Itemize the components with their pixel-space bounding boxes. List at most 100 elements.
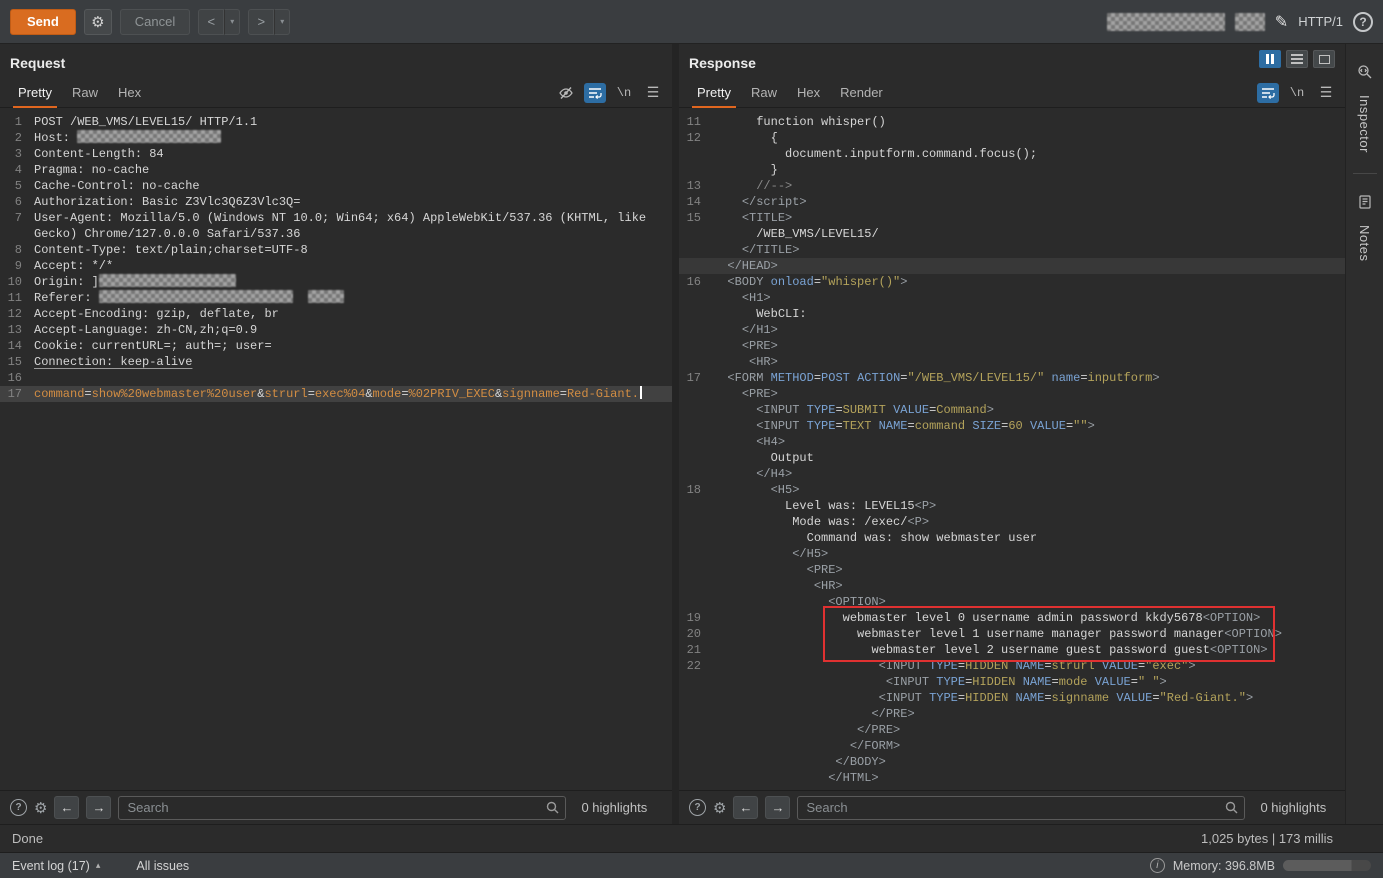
search-settings-icon[interactable]: ⚙ (713, 799, 726, 817)
code-line[interactable]: </H4> (679, 466, 1345, 482)
code-line[interactable]: 16 <BODY onload="whisper()"> (679, 274, 1345, 290)
search-prev-button[interactable]: ← (733, 796, 758, 819)
code-line[interactable]: 17 <FORM METHOD=POST ACTION="/WEB_VMS/LE… (679, 370, 1345, 386)
response-editor[interactable]: 11 function whisper()12 { document.input… (679, 108, 1345, 790)
request-tab-raw[interactable]: Raw (62, 78, 108, 108)
code-line[interactable]: </HEAD> (679, 258, 1345, 274)
prev-request-button[interactable]: < (198, 9, 224, 35)
layout-tabs-button[interactable] (1313, 50, 1335, 68)
code-line[interactable]: 22 <INPUT TYPE=HIDDEN NAME=strurl VALUE=… (679, 658, 1345, 674)
request-tab-hex[interactable]: Hex (108, 78, 151, 108)
code-line[interactable]: <PRE> (679, 338, 1345, 354)
code-line[interactable]: <INPUT TYPE=HIDDEN NAME=mode VALUE=" "> (679, 674, 1345, 690)
code-line[interactable]: 7User-Agent: Mozilla/5.0 (Windows NT 10.… (0, 210, 672, 226)
code-line[interactable]: </PRE> (679, 722, 1345, 738)
help-icon[interactable]: ? (1353, 12, 1373, 32)
event-log-toggle[interactable]: Event log (17) ▴ (12, 859, 100, 873)
request-tab-pretty[interactable]: Pretty (8, 78, 62, 108)
tab-notes[interactable]: Notes (1357, 186, 1373, 269)
code-line[interactable]: <H4> (679, 434, 1345, 450)
code-line[interactable]: <INPUT TYPE=TEXT NAME=command SIZE=60 VA… (679, 418, 1345, 434)
code-line[interactable]: <HR> (679, 354, 1345, 370)
code-line[interactable]: 13Accept-Language: zh-CN,zh;q=0.9 (0, 322, 672, 338)
code-line[interactable]: 19 webmaster level 0 username admin pass… (679, 610, 1345, 626)
next-request-button[interactable]: > (248, 9, 274, 35)
panel-divider[interactable] (672, 44, 679, 824)
code-line[interactable]: 12 { (679, 130, 1345, 146)
code-line[interactable]: 4Pragma: no-cache (0, 162, 672, 178)
code-line[interactable]: 15 <TITLE> (679, 210, 1345, 226)
code-line[interactable]: <INPUT TYPE=SUBMIT VALUE=Command> (679, 402, 1345, 418)
response-tab-hex[interactable]: Hex (787, 78, 830, 108)
code-line[interactable]: <PRE> (679, 386, 1345, 402)
search-settings-icon[interactable]: ⚙ (34, 799, 47, 817)
code-line[interactable]: <OPTION> (679, 594, 1345, 610)
code-line[interactable]: 5Cache-Control: no-cache (0, 178, 672, 194)
response-tab-render[interactable]: Render (830, 78, 893, 108)
response-tab-pretty[interactable]: Pretty (687, 78, 741, 108)
code-line[interactable]: 2Host: (0, 130, 672, 146)
code-line[interactable]: <HR> (679, 578, 1345, 594)
code-line[interactable]: <INPUT TYPE=HIDDEN NAME=signname VALUE="… (679, 690, 1345, 706)
code-line[interactable]: 16 (0, 370, 672, 386)
code-line[interactable]: 10Origin: ] (0, 274, 672, 290)
code-line[interactable]: 14 </script> (679, 194, 1345, 210)
newline-characters-toggle-icon[interactable]: \n (1286, 83, 1308, 103)
code-line[interactable]: 1POST /WEB_VMS/LEVEL15/ HTTP/1.1 (0, 114, 672, 130)
code-line[interactable]: 11Referer: (0, 290, 672, 306)
layout-rows-button[interactable] (1286, 50, 1308, 68)
response-tab-raw[interactable]: Raw (741, 78, 787, 108)
code-line[interactable]: 21 webmaster level 2 username guest pass… (679, 642, 1345, 658)
eye-slash-icon[interactable] (555, 83, 577, 103)
editor-menu-icon[interactable]: ☰ (642, 83, 664, 103)
code-line[interactable]: /WEB_VMS/LEVEL15/ (679, 226, 1345, 242)
word-wrap-toggle-icon[interactable] (1257, 83, 1279, 103)
search-next-button[interactable]: → (765, 796, 790, 819)
code-line[interactable]: 17command=show%20webmaster%20user&strurl… (0, 386, 672, 402)
newline-characters-toggle-icon[interactable]: \n (613, 83, 635, 103)
code-line[interactable]: </H1> (679, 322, 1345, 338)
edit-target-pencil-icon[interactable]: ✎ (1275, 12, 1288, 32)
editor-menu-icon[interactable]: ☰ (1315, 83, 1337, 103)
next-request-dropdown[interactable]: ▾ (274, 9, 290, 35)
tab-inspector[interactable]: Inspector (1357, 56, 1373, 161)
code-line[interactable]: 14Cookie: currentURL=; auth=; user= (0, 338, 672, 354)
code-line[interactable]: 9Accept: */* (0, 258, 672, 274)
layout-columns-button[interactable] (1259, 50, 1281, 68)
http-version-label[interactable]: HTTP/1 (1298, 14, 1343, 29)
code-line[interactable]: 18 <H5> (679, 482, 1345, 498)
cancel-button[interactable]: Cancel (120, 9, 190, 35)
response-search-input[interactable] (797, 796, 1245, 820)
code-line[interactable]: </HTML> (679, 770, 1345, 786)
code-line[interactable]: </BODY> (679, 754, 1345, 770)
code-line[interactable]: WebCLI: (679, 306, 1345, 322)
code-line[interactable]: document.inputform.command.focus(); (679, 146, 1345, 162)
code-line[interactable]: } (679, 162, 1345, 178)
code-line[interactable]: Command was: show webmaster user (679, 530, 1345, 546)
search-prev-button[interactable]: ← (54, 796, 79, 819)
code-line[interactable]: 20 webmaster level 1 username manager pa… (679, 626, 1345, 642)
code-line[interactable]: </H5> (679, 546, 1345, 562)
code-line[interactable]: Level was: LEVEL15<P> (679, 498, 1345, 514)
search-help-icon[interactable]: ? (689, 799, 706, 816)
code-line[interactable]: 11 function whisper() (679, 114, 1345, 130)
send-button[interactable]: Send (10, 9, 76, 35)
code-line[interactable]: 12Accept-Encoding: gzip, deflate, br (0, 306, 672, 322)
code-line[interactable]: 3Content-Length: 84 (0, 146, 672, 162)
code-line[interactable]: Mode was: /exec/<P> (679, 514, 1345, 530)
code-line[interactable]: 13 //--> (679, 178, 1345, 194)
code-line[interactable]: 6Authorization: Basic Z3Vlc3Q6Z3Vlc3Q= (0, 194, 672, 210)
code-line[interactable]: <PRE> (679, 562, 1345, 578)
code-line[interactable]: Output (679, 450, 1345, 466)
search-next-button[interactable]: → (86, 796, 111, 819)
all-issues-toggle[interactable]: All issues (136, 859, 189, 873)
prev-request-dropdown[interactable]: ▾ (224, 9, 240, 35)
code-line[interactable]: 15Connection: keep-alive (0, 354, 672, 370)
search-help-icon[interactable]: ? (10, 799, 27, 816)
code-line[interactable]: 8Content-Type: text/plain;charset=UTF-8 (0, 242, 672, 258)
code-line[interactable]: <H1> (679, 290, 1345, 306)
request-search-input[interactable] (118, 796, 566, 820)
code-line[interactable]: </PRE> (679, 706, 1345, 722)
request-editor[interactable]: 1POST /WEB_VMS/LEVEL15/ HTTP/1.12Host: 3… (0, 108, 672, 790)
send-settings-button[interactable]: ⚙ (84, 9, 112, 35)
